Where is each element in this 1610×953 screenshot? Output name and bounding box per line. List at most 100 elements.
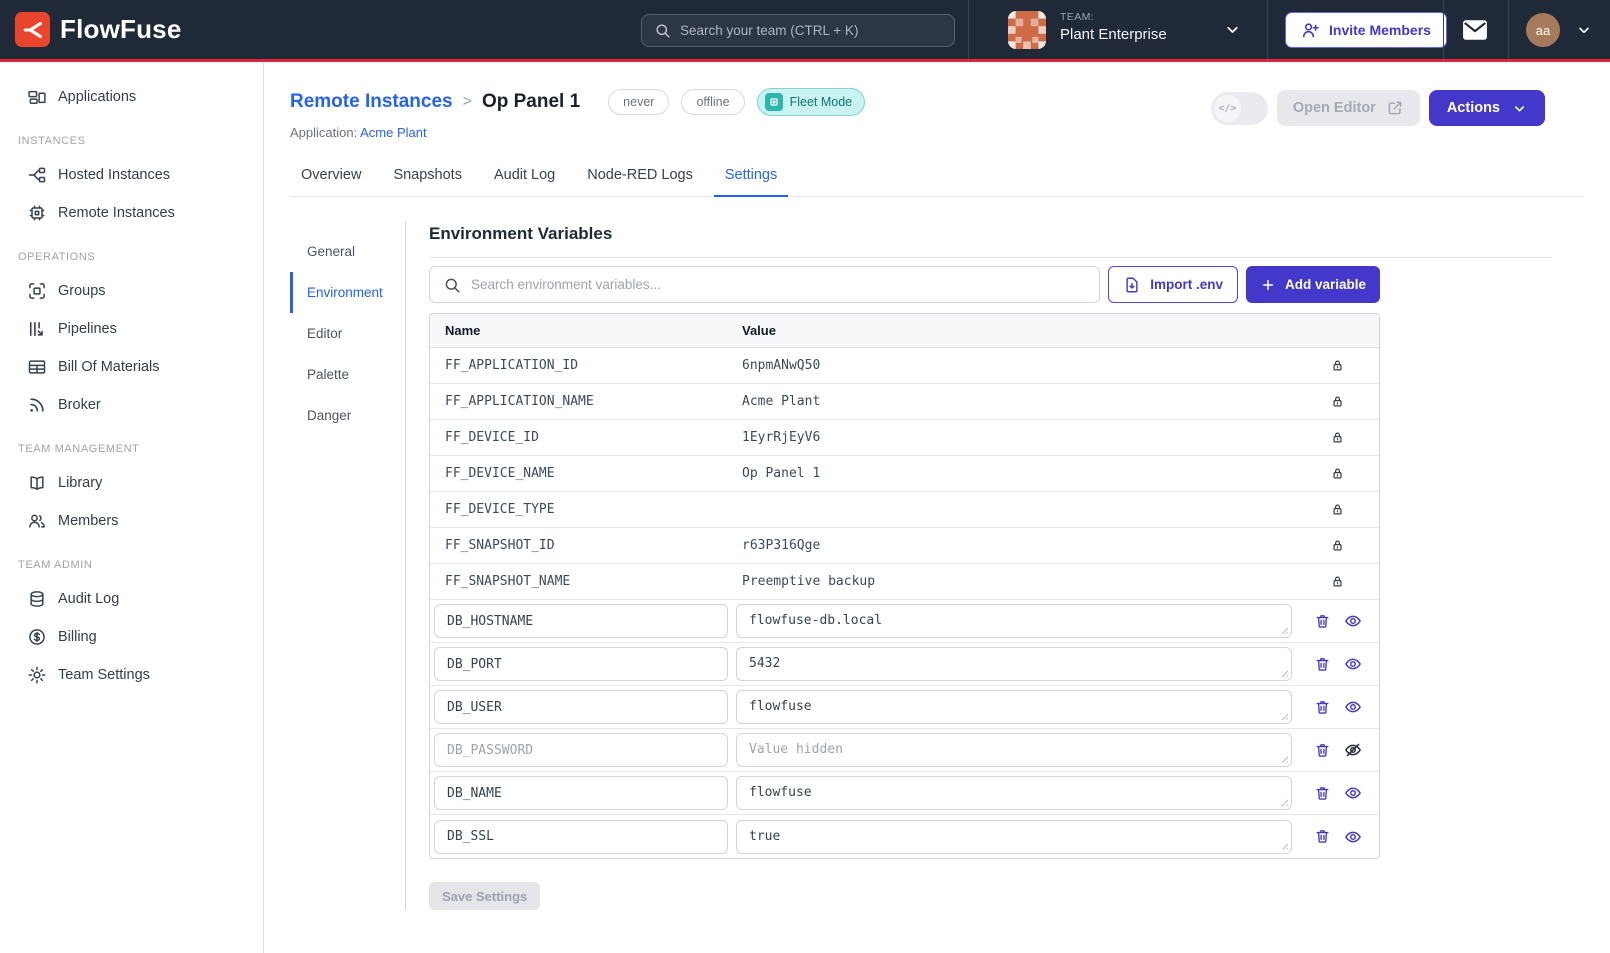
sidebar-item-members[interactable]: Members xyxy=(0,502,263,540)
sidebar-item-library[interactable]: Library xyxy=(0,464,263,502)
sidebar-item-audit-log[interactable]: Audit Log xyxy=(0,580,263,618)
navbar-divider xyxy=(1508,0,1509,59)
delete-variable-button[interactable] xyxy=(1314,656,1331,673)
sidebar-item-hosted-instances[interactable]: Hosted Instances xyxy=(0,156,263,194)
delete-variable-button[interactable] xyxy=(1314,785,1331,802)
sidebar-item-applications[interactable]: Applications xyxy=(0,78,263,116)
flowfuse-logo-icon xyxy=(15,12,50,47)
chevron-down-icon xyxy=(1224,21,1241,38)
invite-members-button[interactable]: Invite Members xyxy=(1285,12,1447,48)
groups-icon xyxy=(27,281,47,301)
actions-button[interactable]: Actions xyxy=(1429,90,1545,126)
sidebar-item-groups[interactable]: Groups xyxy=(0,272,263,310)
env-search[interactable] xyxy=(429,266,1100,303)
billing-dollar-icon xyxy=(27,627,47,647)
table-row: FF_DEVICE_TYPE xyxy=(430,492,1379,528)
code-icon: </> xyxy=(1214,95,1241,122)
var-value-input[interactable]: flowfuse xyxy=(736,776,1292,810)
env-variables-table: Name Value FF_APPLICATION_ID 6npmANwQ50 … xyxy=(429,313,1380,859)
var-name-input[interactable] xyxy=(434,690,728,724)
invite-members-label: Invite Members xyxy=(1329,22,1431,38)
sidebar-item-billing[interactable]: Billing xyxy=(0,618,263,656)
var-value-input[interactable]: flowfuse xyxy=(736,690,1292,724)
import-env-button[interactable]: Import .env xyxy=(1108,266,1238,303)
notifications-mail-icon[interactable] xyxy=(1462,19,1488,41)
tab-snapshots[interactable]: Snapshots xyxy=(382,157,473,196)
database-icon xyxy=(27,589,47,609)
var-name-input[interactable] xyxy=(434,776,728,810)
search-icon xyxy=(443,276,461,294)
var-value-input[interactable]: 5432 xyxy=(736,647,1292,681)
show-value-eye-icon[interactable] xyxy=(1344,655,1362,673)
env-search-input[interactable] xyxy=(471,277,1086,292)
team-selector[interactable]: TEAM: Plant Enterprise xyxy=(986,0,1267,59)
table-row: FF_APPLICATION_ID 6npmANwQ50 xyxy=(430,348,1379,384)
team-label: TEAM: xyxy=(1060,11,1094,23)
var-name: FF_SNAPSHOT_NAME xyxy=(430,574,732,589)
delete-variable-button[interactable] xyxy=(1314,828,1331,845)
sidebar-item-label: Applications xyxy=(58,89,136,105)
subnav-general[interactable]: General xyxy=(290,231,405,272)
settings-subnav: General Environment Editor Palette Dange… xyxy=(290,221,406,910)
sidebar-item-pipelines[interactable]: Pipelines xyxy=(0,310,263,348)
developer-mode-toggle[interactable]: </> xyxy=(1211,92,1268,125)
tab-settings[interactable]: Settings xyxy=(714,157,788,197)
section-title: Environment Variables xyxy=(429,221,1552,258)
tab-node-red-logs[interactable]: Node-RED Logs xyxy=(576,157,704,196)
show-value-eye-icon[interactable] xyxy=(1344,698,1362,716)
var-name-input[interactable] xyxy=(434,820,728,854)
application-link[interactable]: Acme Plant xyxy=(360,125,426,140)
sidebar-section-instances: INSTANCES xyxy=(0,135,263,147)
delete-variable-button[interactable] xyxy=(1314,613,1331,630)
team-search-input[interactable] xyxy=(680,23,942,38)
sidebar-item-broker[interactable]: Broker xyxy=(0,386,263,424)
sidebar-item-team-settings[interactable]: Team Settings xyxy=(0,656,263,694)
var-name: FF_APPLICATION_ID xyxy=(430,358,732,373)
tab-audit-log[interactable]: Audit Log xyxy=(483,157,566,196)
delete-variable-button[interactable] xyxy=(1314,699,1331,716)
var-name-input[interactable] xyxy=(434,604,728,638)
sidebar-section-operations: OPERATIONS xyxy=(0,251,263,263)
sidebar-item-label: Library xyxy=(58,475,102,491)
fleet-mode-label: Fleet Mode xyxy=(790,95,853,109)
table-row: true xyxy=(430,815,1379,858)
show-value-eye-icon[interactable] xyxy=(1344,784,1362,802)
add-variable-button[interactable]: Add variable xyxy=(1246,266,1380,303)
var-value-input[interactable]: true xyxy=(736,820,1292,854)
var-name-input[interactable] xyxy=(434,733,728,767)
library-icon xyxy=(27,473,47,493)
var-name: FF_SNAPSHOT_ID xyxy=(430,538,732,553)
table-row: FF_APPLICATION_NAME Acme Plant xyxy=(430,384,1379,420)
team-search[interactable] xyxy=(641,14,955,47)
user-menu[interactable]: aa xyxy=(1526,13,1592,47)
pipelines-icon xyxy=(27,319,47,339)
lock-icon xyxy=(1330,574,1345,589)
var-value-input[interactable] xyxy=(736,733,1292,767)
fleet-mode-badge: Fleet Mode xyxy=(757,88,866,116)
breadcrumb-remote-instances-link[interactable]: Remote Instances xyxy=(290,91,453,113)
tab-overview[interactable]: Overview xyxy=(290,157,372,196)
sidebar-item-label: Members xyxy=(58,513,118,529)
subnav-environment[interactable]: Environment xyxy=(290,272,405,313)
var-name: FF_DEVICE_ID xyxy=(430,430,732,445)
sidebar-item-remote-instances[interactable]: Remote Instances xyxy=(0,194,263,232)
open-editor-button[interactable]: Open Editor xyxy=(1277,90,1420,126)
navbar-divider xyxy=(968,0,969,59)
delete-variable-button[interactable] xyxy=(1314,742,1331,759)
subnav-editor[interactable]: Editor xyxy=(290,313,405,354)
save-settings-button[interactable]: Save Settings xyxy=(429,882,540,910)
subnav-danger[interactable]: Danger xyxy=(290,395,405,436)
subnav-palette[interactable]: Palette xyxy=(290,354,405,395)
user-avatar: aa xyxy=(1526,13,1560,47)
show-value-eye-icon[interactable] xyxy=(1344,828,1362,846)
var-name: FF_APPLICATION_NAME xyxy=(430,394,732,409)
sidebar-item-label: Billing xyxy=(58,629,97,645)
var-name: FF_DEVICE_NAME xyxy=(430,466,732,481)
sidebar-item-bill-of-materials[interactable]: Bill Of Materials xyxy=(0,348,263,386)
show-value-eye-icon[interactable] xyxy=(1344,612,1362,630)
hide-value-eye-slash-icon[interactable] xyxy=(1344,741,1362,759)
sidebar-item-label: Bill Of Materials xyxy=(58,359,160,375)
var-value-input[interactable]: flowfuse-db.local xyxy=(736,604,1292,638)
logo-text: FlowFuse xyxy=(60,14,182,45)
var-name-input[interactable] xyxy=(434,647,728,681)
